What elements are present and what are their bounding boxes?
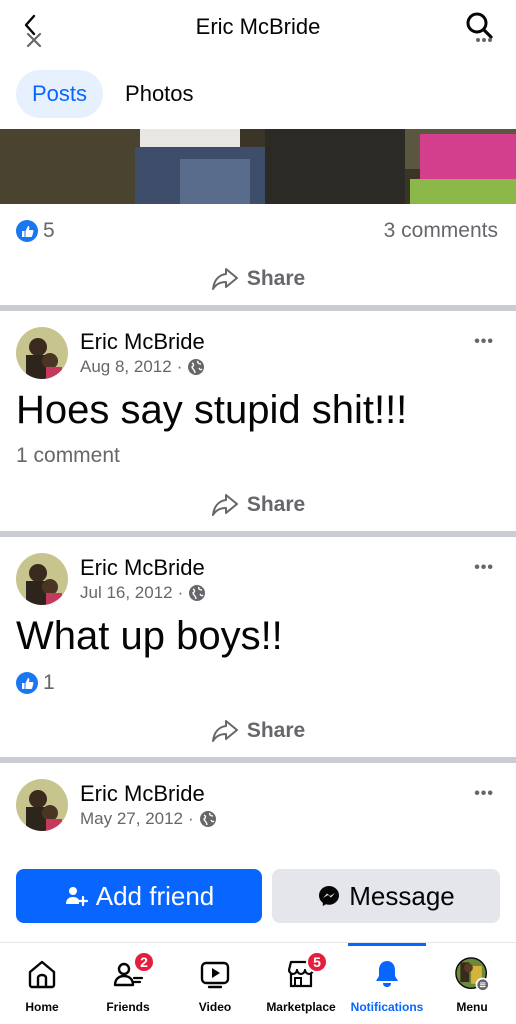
post-header: Eric McBride Aug 8, 2012 · •••: [16, 325, 500, 381]
post-author[interactable]: Eric McBride: [80, 329, 205, 355]
share-button[interactable]: Share: [0, 709, 516, 753]
tab-posts[interactable]: Posts: [16, 70, 104, 118]
friends-icon: 2: [111, 951, 155, 991]
like-icon: [16, 220, 38, 242]
messenger-icon: [319, 886, 340, 906]
avatar[interactable]: [16, 779, 68, 831]
avatar[interactable]: [16, 327, 68, 379]
post-date[interactable]: May 27, 2012: [80, 809, 183, 829]
globe-icon: [188, 359, 205, 375]
nav-home[interactable]: Home: [6, 943, 78, 1024]
like-count[interactable]: 1: [16, 671, 55, 695]
profile-action-bar: Add friend Message: [16, 869, 500, 923]
reactions-row: 1: [16, 666, 498, 700]
notification-badge: 5: [306, 951, 328, 973]
add-friend-icon: [65, 887, 88, 907]
search-icon[interactable]: [464, 10, 496, 44]
like-count-value: 1: [43, 671, 55, 694]
share-button[interactable]: Share: [0, 257, 516, 301]
top-bar: Eric McBride: [0, 0, 516, 56]
post-header: Eric McBride Jul 16, 2012 · •••: [16, 551, 500, 607]
like-count[interactable]: 5: [16, 219, 55, 243]
post-meta: May 27, 2012 ·: [80, 809, 217, 829]
nav-label: Video: [198, 1000, 232, 1014]
globe-icon: [189, 585, 206, 601]
post-author[interactable]: Eric McBride: [80, 781, 205, 807]
nav-label: Home: [25, 1000, 59, 1014]
share-icon: [211, 268, 238, 290]
marketplace-icon: 5: [284, 951, 328, 991]
reactions-row: 5 3 comments: [16, 214, 498, 248]
post-date[interactable]: Aug 8, 2012: [80, 357, 172, 377]
share-button[interactable]: Share: [0, 483, 516, 527]
post-photo[interactable]: [0, 129, 516, 204]
message-button[interactable]: Message: [272, 869, 500, 923]
post-meta: Jul 16, 2012 ·: [80, 583, 206, 603]
video-icon: [198, 957, 232, 991]
bell-icon: [370, 957, 404, 991]
post-date[interactable]: Jul 16, 2012: [80, 583, 173, 603]
menu-avatar-icon: [455, 957, 489, 992]
share-icon: [211, 494, 238, 516]
add-friend-button[interactable]: Add friend: [16, 869, 262, 923]
add-friend-label: Add friend: [95, 880, 215, 911]
share-icon: [211, 720, 238, 742]
comment-count[interactable]: 3 comments: [384, 219, 498, 243]
post-divider: [0, 757, 516, 763]
home-icon: [25, 957, 59, 991]
tab-photos[interactable]: Photos: [109, 70, 210, 118]
avatar[interactable]: [16, 553, 68, 605]
like-icon: [16, 672, 38, 694]
more-options-icon[interactable]: •••: [474, 559, 494, 577]
more-options-icon[interactable]: •••: [474, 333, 494, 351]
nav-label: Menu: [456, 1000, 488, 1014]
post-header: Eric McBride May 27, 2012 · •••: [16, 777, 500, 833]
post-divider: [0, 531, 516, 537]
post-divider: [0, 305, 516, 311]
nav-friends[interactable]: 2 Friends: [92, 943, 164, 1024]
notification-badge: 2: [133, 951, 155, 973]
bottom-nav: Home 2 Friends Video 5 Marketplace Notif…: [0, 942, 516, 1024]
nav-label: Notifications: [350, 1000, 424, 1014]
profile-tabs: Posts Photos: [16, 70, 216, 118]
page-title: Eric McBride: [195, 14, 321, 39]
share-label: Share: [246, 267, 306, 290]
globe-icon: [199, 811, 216, 827]
share-label: Share: [246, 719, 306, 742]
nav-menu[interactable]: Menu: [436, 943, 508, 1024]
post-text: Hoes say stupid shit!!!: [16, 388, 408, 432]
nav-video[interactable]: Video: [179, 943, 251, 1024]
nav-notifications[interactable]: Notifications: [346, 943, 428, 1024]
nav-label: Friends: [106, 1000, 150, 1014]
post-meta: Aug 8, 2012 ·: [80, 357, 205, 377]
like-count-value: 5: [43, 219, 55, 242]
nav-label: Marketplace: [266, 1000, 336, 1014]
share-label: Share: [246, 493, 306, 516]
message-label: Message: [349, 880, 455, 911]
more-options-icon[interactable]: •••: [474, 785, 494, 803]
nav-marketplace[interactable]: 5 Marketplace: [258, 943, 344, 1024]
post-text: What up boys!!: [16, 614, 283, 658]
comment-count[interactable]: 1 comment: [16, 444, 120, 468]
post-author[interactable]: Eric McBride: [80, 555, 205, 581]
